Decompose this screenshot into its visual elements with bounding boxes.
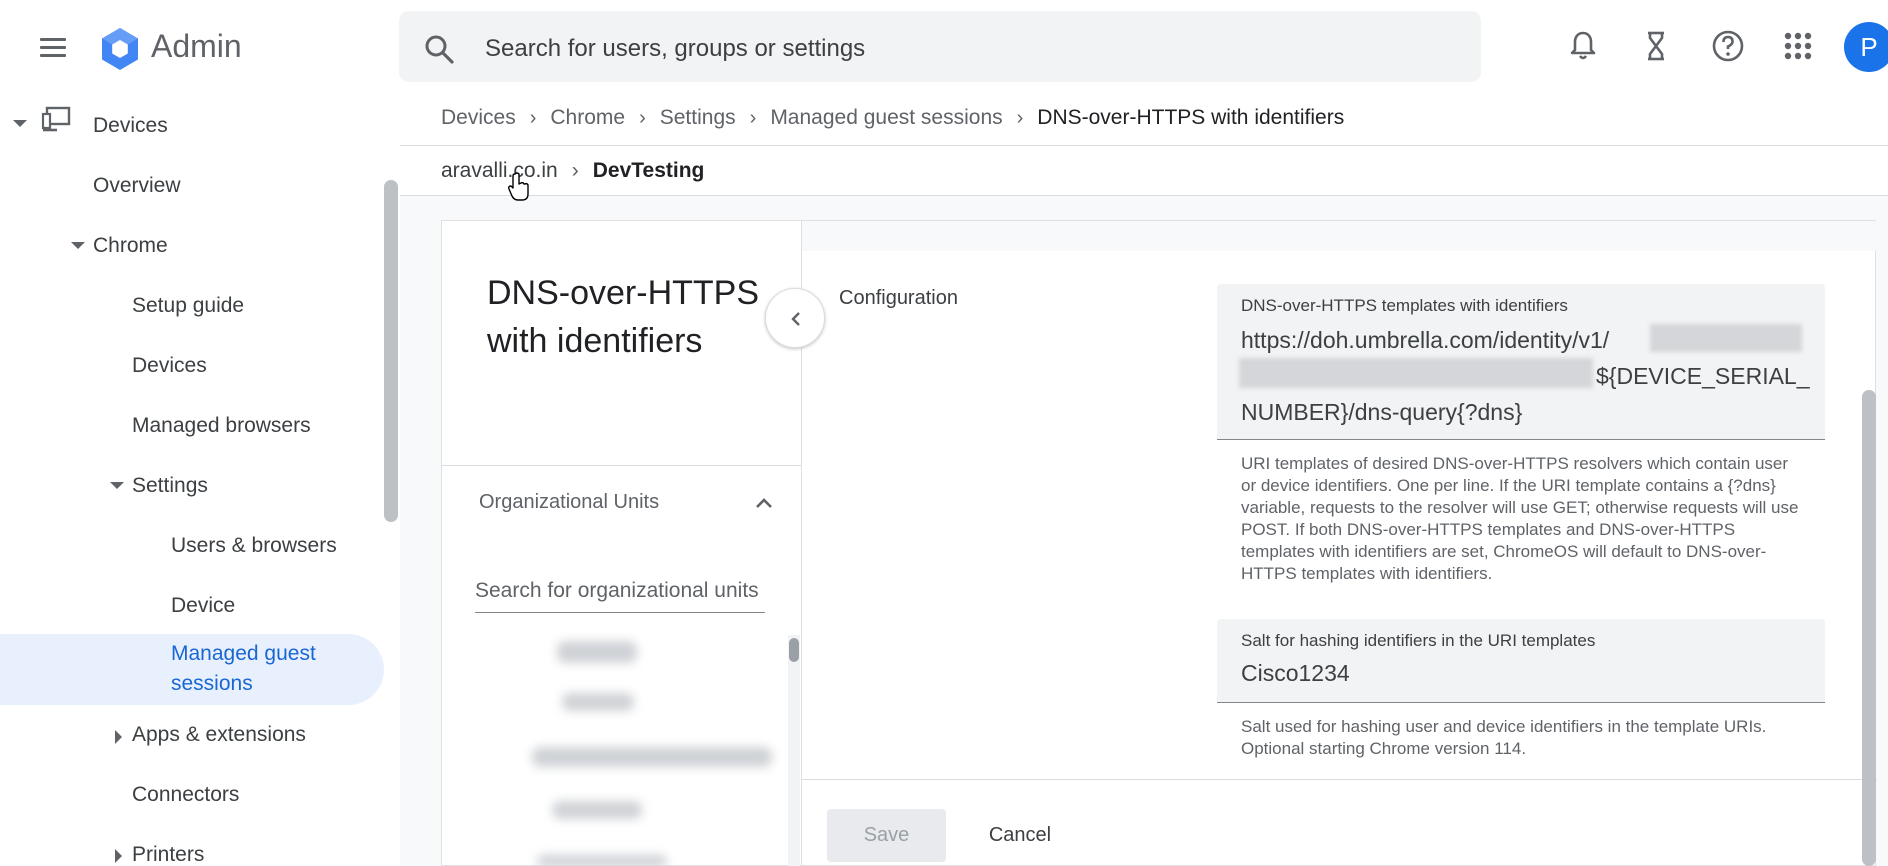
sidebar-item-chrome-devices[interactable]: Devices	[132, 354, 207, 378]
ou-breadcrumb-root[interactable]: aravalli.co.in	[441, 159, 558, 183]
redacted-value	[1239, 358, 1593, 388]
save-button[interactable]: Save	[827, 809, 946, 862]
divider	[442, 465, 802, 466]
expand-caret-icon[interactable]	[71, 242, 85, 249]
hourglass-icon[interactable]	[1636, 26, 1676, 66]
sidebar-item-users-browsers[interactable]: Users & browsers	[171, 534, 337, 558]
salt-label: Salt for hashing identifiers in the URI …	[1241, 631, 1596, 650]
ou-tree-scrollbar[interactable]	[788, 635, 800, 866]
sidebar-item-settings[interactable]: Settings	[132, 474, 208, 498]
sidebar-item-managed-guest-sessions[interactable]: Managed guest sessions	[171, 639, 351, 699]
salt-value: Cisco1234	[1241, 660, 1350, 686]
help-icon[interactable]	[1708, 26, 1748, 66]
expand-caret-icon[interactable]	[115, 730, 122, 744]
expand-caret-icon[interactable]	[115, 849, 122, 863]
sidebar-item-devices[interactable]: Devices	[93, 114, 168, 138]
sidebar-item-apps-extensions[interactable]: Apps & extensions	[132, 723, 306, 747]
breadcrumb-settings[interactable]: Settings	[660, 106, 736, 130]
chevron-up-icon[interactable]	[752, 491, 776, 515]
sidebar-item-connectors[interactable]: Connectors	[132, 783, 239, 807]
app-title[interactable]: Admin	[151, 28, 242, 65]
ou-breadcrumb: aravalli.co.in › DevTesting	[441, 159, 704, 183]
sidebar-nav: Devices Overview Chrome Setup guide Devi…	[0, 96, 400, 866]
setting-info-panel: DNS-over-HTTPS with identifiers Organiza…	[441, 220, 802, 866]
admin-logo-icon	[102, 28, 138, 70]
doh-templates-help-text: URI templates of desired DNS-over-HTTPS …	[1241, 454, 1799, 583]
redacted-ou-item[interactable]	[562, 693, 634, 711]
ou-breadcrumb-current: DevTesting	[592, 159, 705, 182]
doh-templates-field[interactable]: DNS-over-HTTPS templates with identifier…	[1217, 284, 1825, 440]
divider	[400, 145, 1888, 146]
breadcrumb-current: DNS-over-HTTPS with identifiers	[1037, 106, 1345, 129]
expand-caret-icon[interactable]	[110, 482, 124, 489]
breadcrumb: Devices › Chrome › Settings › Managed gu…	[441, 106, 1344, 130]
sidebar-item-setup-guide[interactable]: Setup guide	[132, 294, 244, 318]
redacted-ou-item[interactable]	[552, 801, 642, 819]
page-title: DNS-over-HTTPS with identifiers	[487, 274, 760, 360]
hand-cursor-icon	[508, 172, 529, 201]
doh-templates-value-line2: ${DEVICE_SERIAL_	[1596, 363, 1810, 389]
collapse-panel-button[interactable]	[765, 288, 825, 348]
apps-grid-icon[interactable]	[1778, 26, 1818, 66]
sidebar-item-printers[interactable]: Printers	[132, 843, 204, 866]
sidebar-item-device[interactable]: Device	[171, 594, 235, 618]
content-scrollbar[interactable]	[1862, 390, 1876, 866]
chevron-right-icon: ›	[529, 106, 537, 129]
account-avatar[interactable]: P	[1844, 22, 1888, 72]
redacted-ou-item[interactable]	[557, 641, 637, 663]
setting-config-panel: Configuration DNS-over-HTTPS templates w…	[801, 220, 1877, 866]
sidebar-item-overview[interactable]: Overview	[93, 174, 181, 198]
divider	[802, 779, 1877, 780]
salt-help-text: Salt used for hashing user and device id…	[1241, 717, 1767, 758]
salt-field[interactable]: Salt for hashing identifiers in the URI …	[1217, 619, 1825, 703]
doh-templates-value-line3: NUMBER}/dns-query{?dns}	[1241, 399, 1523, 425]
top-bar: Admin Search for users, groups or settin…	[0, 0, 1888, 96]
sidebar-scrollbar[interactable]	[384, 180, 398, 522]
ou-tree-scrollbar-thumb[interactable]	[789, 638, 799, 662]
configuration-label: Configuration	[839, 287, 958, 309]
cancel-button[interactable]: Cancel	[970, 809, 1070, 862]
breadcrumb-devices[interactable]: Devices	[441, 106, 516, 130]
chevron-right-icon: ›	[639, 106, 646, 129]
ou-heading: Organizational Units	[479, 491, 660, 513]
doh-templates-value-line1: https://doh.umbrella.com/identity/v1/	[1241, 327, 1610, 353]
ou-search-input[interactable]: Search for organizational units	[475, 571, 765, 613]
redacted-ou-item[interactable]	[532, 747, 772, 767]
devices-icon	[41, 106, 71, 132]
breadcrumb-managed-guest-sessions[interactable]: Managed guest sessions	[770, 106, 1002, 130]
doh-templates-label: DNS-over-HTTPS templates with identifier…	[1241, 296, 1568, 315]
chevron-right-icon: ›	[571, 159, 579, 182]
menu-icon[interactable]	[36, 31, 70, 65]
chevron-left-icon	[791, 312, 800, 326]
global-search[interactable]: Search for users, groups or settings	[399, 11, 1481, 82]
search-icon	[425, 35, 454, 64]
expand-caret-icon[interactable]	[13, 120, 27, 127]
search-input[interactable]: Search for users, groups or settings	[485, 35, 865, 63]
sidebar-item-chrome[interactable]: Chrome	[93, 234, 168, 258]
sidebar-item-managed-browsers[interactable]: Managed browsers	[132, 414, 311, 438]
breadcrumb-chrome[interactable]: Chrome	[550, 106, 625, 130]
chevron-right-icon: ›	[749, 106, 757, 129]
redacted-ou-item[interactable]	[537, 855, 667, 866]
notifications-icon[interactable]	[1563, 26, 1603, 66]
chevron-right-icon: ›	[1016, 106, 1024, 129]
panel-header-strip	[802, 221, 1877, 251]
redacted-value	[1650, 324, 1802, 352]
